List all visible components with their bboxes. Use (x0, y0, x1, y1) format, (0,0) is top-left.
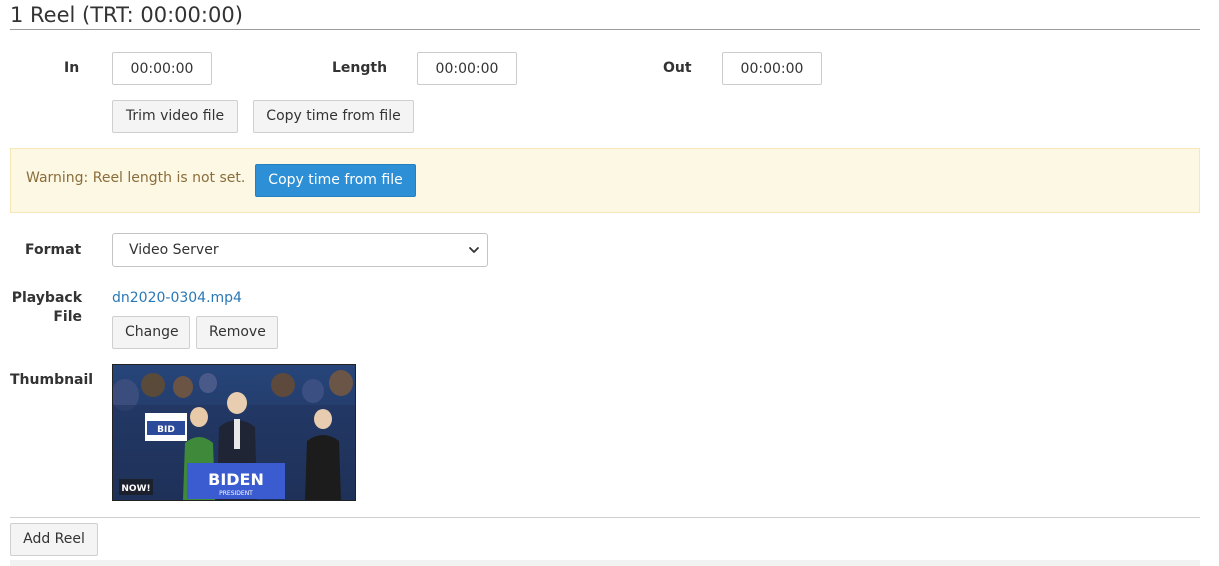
remove-file-button[interactable]: Remove (196, 316, 278, 349)
format-select[interactable]: Video Server (112, 233, 488, 267)
format-select-value: Video Server (129, 242, 219, 258)
warning-copy-time-button[interactable]: Copy time from file (255, 164, 416, 197)
out-label: Out (663, 60, 692, 76)
in-label: In (64, 60, 80, 76)
playback-file-link[interactable]: dn2020-0304.mp4 (112, 290, 242, 306)
thumbnail-image: BID BIDEN PRESIDENT NOW! (112, 364, 356, 501)
heading-divider (10, 29, 1200, 30)
in-time-input[interactable] (112, 52, 212, 85)
footer-strip (10, 560, 1200, 566)
thumbnail-picture: BID BIDEN PRESIDENT NOW! (113, 365, 355, 500)
bottom-divider (10, 517, 1200, 518)
add-reel-button[interactable]: Add Reel (10, 523, 98, 556)
svg-text:BIDEN: BIDEN (208, 470, 264, 489)
copy-time-button[interactable]: Copy time from file (253, 100, 414, 133)
svg-text:PRESIDENT: PRESIDENT (219, 490, 253, 497)
playback-label-line1: Playback (11, 290, 82, 306)
format-label: Format (25, 242, 82, 258)
svg-text:NOW!: NOW! (121, 484, 150, 494)
reel-editor: 1 Reel (TRT: 00:00:00) In Length Out Tri… (0, 0, 1219, 566)
playback-label-line2: File (53, 309, 82, 325)
length-time-input[interactable] (417, 52, 517, 85)
thumbnail-label: Thumbnail (10, 372, 94, 388)
out-time-input[interactable] (722, 52, 822, 85)
page-title: 1 Reel (TRT: 00:00:00) (10, 3, 243, 27)
change-file-button[interactable]: Change (112, 316, 190, 349)
length-label: Length (332, 60, 388, 76)
chevron-down-icon (469, 247, 479, 253)
warning-text: Warning: Reel length is not set. (26, 170, 246, 186)
trim-video-button[interactable]: Trim video file (112, 100, 238, 133)
svg-text:BID: BID (157, 425, 175, 435)
